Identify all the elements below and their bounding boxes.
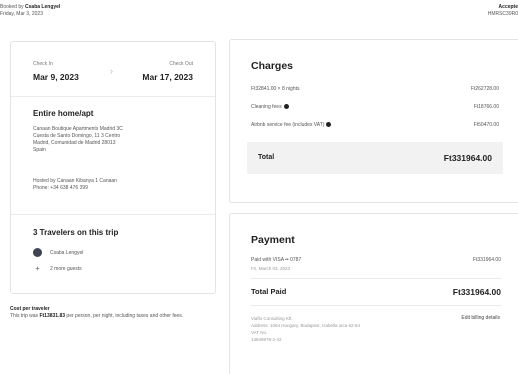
confirmation-code: HMRSC39R0 <box>487 11 518 17</box>
total-paid-value: Ft331964.00 <box>452 287 501 297</box>
cost-title: Cost per traveler <box>10 306 50 312</box>
cost-per-traveler: Cost per traveler This trip was Ft13831.… <box>10 306 210 320</box>
traveler-item: Csaba Lengyel <box>33 248 83 257</box>
trip-dates: Check In Mar 9, 2023 › Check Out Mar 17,… <box>11 42 215 97</box>
total-paid-label: Total Paid <box>251 287 287 296</box>
host-phone: Phone: +34 638 476 399 <box>33 185 88 191</box>
chevron-right-icon: › <box>110 66 113 76</box>
charges-card: Charges Ft32841.00 × 8 nights Ft262728.0… <box>229 39 518 203</box>
payment-date: Fri, March 03, 2023 <box>251 266 291 271</box>
edit-billing-link[interactable]: Edit billing details <box>461 315 500 321</box>
charges-title: Charges <box>251 60 294 72</box>
avatar <box>33 248 42 257</box>
booked-date: Friday, Mar 3, 2023 <box>0 11 43 17</box>
info-icon[interactable] <box>283 104 289 109</box>
cost-amount: Ft13831.83 <box>39 313 66 319</box>
booked-by-line: Booked by Csaba Lengyel <box>0 4 61 10</box>
more-guests-link[interactable]: + 2 more guests <box>33 264 82 273</box>
charge-row-cleaning: Cleaning fees Ft18766.00 <box>251 104 499 110</box>
checkin-date: Mar 9, 2023 <box>33 72 79 82</box>
traveler-name: Csaba Lengyel <box>50 249 84 256</box>
charge-row-service: Airbnb service fee (includes VAT) Ft5047… <box>251 122 499 128</box>
booker-name: Csaba Lengyel <box>25 4 61 10</box>
home-type: Entire home/apt <box>33 109 94 118</box>
divider <box>251 305 501 306</box>
listing-section: Entire home/apt Canaan Boutique Apartmen… <box>11 97 215 215</box>
header-bar: Booked by Csaba Lengyel Friday, Mar 3, 2… <box>0 4 518 26</box>
total-value: Ft331964.00 <box>443 153 492 163</box>
payment-method-label: Paid with VISA •• 0787 <box>251 257 302 263</box>
info-icon[interactable] <box>326 122 332 127</box>
charges-total: Total Ft331964.00 <box>247 142 503 174</box>
charge-row-nights: Ft32841.00 × 8 nights Ft262728.00 <box>251 86 499 92</box>
checkin-label: Check In <box>33 61 53 67</box>
host-name: Hosted by Canaan Kibanya 1 Canaan <box>33 178 117 184</box>
payment-card: Payment Paid with VISA •• 0787 Fri, Marc… <box>229 213 518 374</box>
booking-info: Booked by Csaba Lengyel Friday, Mar 3, 2… <box>0 4 60 18</box>
travelers-title: 3 Travelers on this trip <box>33 228 119 237</box>
divider <box>251 278 501 279</box>
payment-title: Payment <box>251 234 295 246</box>
checkout-label: Check Out <box>169 61 193 67</box>
more-guests-label: 2 more guests <box>50 265 82 272</box>
trip-details-card: Check In Mar 9, 2023 › Check Out Mar 17,… <box>10 41 216 294</box>
payment-method: Paid with VISA •• 0787 Fri, March 03, 20… <box>251 257 501 271</box>
payment-amount: Ft331964.00 <box>472 257 501 263</box>
plus-icon: + <box>35 264 40 273</box>
vendor-info: Viaflo Consulting Kft. Address: 1064 Hun… <box>251 316 360 342</box>
cost-text: This trip was Ft13831.83 per person, per… <box>10 313 184 319</box>
host-info: Hosted by Canaan Kibanya 1 Canaan Phone:… <box>33 178 117 192</box>
reservation-status: Accepte HMRSC39R0 <box>488 4 518 18</box>
total-label: Total <box>258 154 275 161</box>
checkout-date: Mar 17, 2023 <box>142 72 193 82</box>
listing-address: Canaan Boutique Apartments Madrid 3C Cue… <box>33 126 123 153</box>
status-text: Accepte <box>498 4 518 10</box>
total-paid: Total Paid Ft331964.00 <box>251 287 501 297</box>
